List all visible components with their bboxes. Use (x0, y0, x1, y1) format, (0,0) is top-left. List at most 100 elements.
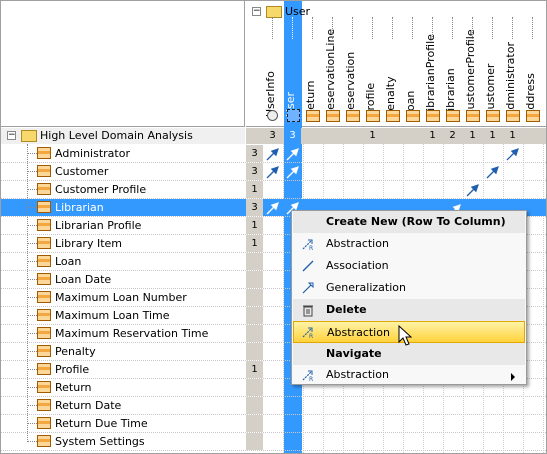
class-icon (346, 110, 360, 122)
class-icon (37, 309, 51, 321)
column-count-cell: 1 (369, 130, 376, 141)
row-count-cell (246, 397, 263, 414)
column-tree-line (312, 17, 313, 39)
row-count-cell (246, 253, 263, 270)
row-label[interactable]: Return Due Time (55, 415, 148, 432)
tree-connector-vertical (27, 144, 28, 442)
column-tree-line (512, 17, 513, 39)
column-tree-line (392, 17, 393, 39)
folder-icon (21, 130, 37, 142)
column-count-cell (524, 128, 541, 144)
column-count-cell (404, 128, 421, 144)
row-label[interactable]: Administrator (55, 145, 130, 162)
menu-item-association[interactable]: Association (293, 255, 525, 277)
tree-connector (27, 243, 37, 244)
row-label[interactable]: System Settings (55, 433, 145, 450)
class-icon (37, 219, 51, 231)
row-label[interactable]: Library Item (55, 235, 122, 252)
column-header-label[interactable]: LibrarianProfile (424, 34, 437, 117)
column-gridline (283, 144, 284, 453)
class-icon (526, 110, 540, 122)
mouse-cursor-icon (398, 325, 413, 346)
class-icon (37, 345, 51, 357)
row-count-cell (246, 289, 263, 306)
menu-item-generalization[interactable]: Generalization (293, 277, 525, 299)
row-label[interactable]: Return Date (55, 397, 121, 414)
class-icon (37, 237, 51, 249)
menu-header-delete: Delete (293, 299, 525, 321)
class-icon (306, 110, 320, 122)
class-icon (37, 165, 51, 177)
abstraction-icon: R (302, 370, 313, 382)
class-icon (386, 110, 400, 122)
class-icon (37, 273, 51, 285)
column-tree-line (372, 17, 373, 39)
tree-connector (27, 297, 37, 298)
tree-connector (27, 207, 37, 208)
row-label[interactable]: Librarian (55, 199, 104, 216)
tree-connector (27, 171, 37, 172)
tree-connector (27, 333, 37, 334)
menu-item-label: Generalization (326, 281, 406, 294)
tree-connector (27, 441, 37, 442)
column-tree-line (532, 17, 533, 39)
menu-item-create-abstraction[interactable]: R Abstraction (293, 233, 525, 255)
row-count-cell: 3 (246, 199, 263, 216)
column-count-cell (344, 128, 361, 144)
row-label[interactable]: Loan (55, 253, 81, 270)
row-count-cell: 1 (246, 217, 263, 234)
class-icon (37, 255, 51, 267)
row-label[interactable]: Customer Profile (55, 181, 146, 198)
column-count-cell: 1 (509, 130, 516, 141)
class-icon (466, 110, 480, 122)
class-icon (37, 399, 51, 411)
tree-connector (27, 261, 37, 262)
class-icon (37, 363, 51, 375)
row-label[interactable]: Librarian Profile (55, 217, 141, 234)
row-label[interactable]: Profile (55, 361, 89, 378)
submenu-arrow-icon (511, 373, 515, 381)
menu-item-label: Abstraction (326, 368, 389, 381)
row-label[interactable]: Maximum Loan Time (55, 307, 170, 324)
class-icon (37, 291, 51, 303)
column-header-label[interactable]: Customer (484, 64, 497, 117)
row-label[interactable]: Loan Date (55, 271, 111, 288)
column-header-label[interactable]: CustomerProfile (464, 29, 477, 117)
row-count-cell: 1 (246, 235, 263, 252)
abstraction-icon: R (302, 327, 313, 339)
row-count-cell: 3 (246, 145, 263, 162)
row-label[interactable]: Customer (55, 163, 108, 180)
menu-item-navigate-abstraction[interactable]: R Abstraction (293, 365, 525, 385)
association-icon (302, 260, 314, 272)
class-icon (326, 110, 340, 122)
class-icon (37, 381, 51, 393)
menu-item-label: Abstraction (327, 326, 390, 339)
row-label[interactable]: Maximum Reservation Time (55, 325, 208, 342)
collapse-icon[interactable]: − (7, 131, 16, 140)
folder-icon (266, 6, 282, 18)
column-tree-line (292, 17, 293, 39)
column-header-label[interactable]: Administrator (504, 42, 517, 117)
svg-text:R: R (309, 376, 313, 382)
row-label[interactable]: Maximum Loan Number (55, 289, 187, 306)
tree-connector (27, 279, 37, 280)
row-count-cell: 1 (246, 181, 263, 198)
row-count-cell (246, 307, 263, 324)
column-gridline (543, 144, 544, 453)
column-count-cell: 1 (489, 130, 496, 141)
matrix-corner (1, 1, 245, 127)
tree-connector (27, 189, 37, 190)
column-header-label[interactable]: ReservationLine (324, 29, 337, 117)
tree-connector (27, 423, 37, 424)
column-tree-line (332, 17, 333, 39)
context-menu: Create New (Row To Column) R Abstraction… (291, 210, 527, 385)
class-icon (37, 147, 51, 159)
menu-item-label: Association (326, 259, 389, 272)
column-header-label[interactable]: Reservation (344, 52, 357, 117)
tree-connector (27, 369, 37, 370)
row-label[interactable]: Return (55, 379, 92, 396)
generalization-icon (302, 282, 314, 294)
collapse-icon[interactable]: − (252, 7, 261, 16)
row-label[interactable]: Penalty (55, 343, 96, 360)
package-icon (287, 109, 300, 122)
